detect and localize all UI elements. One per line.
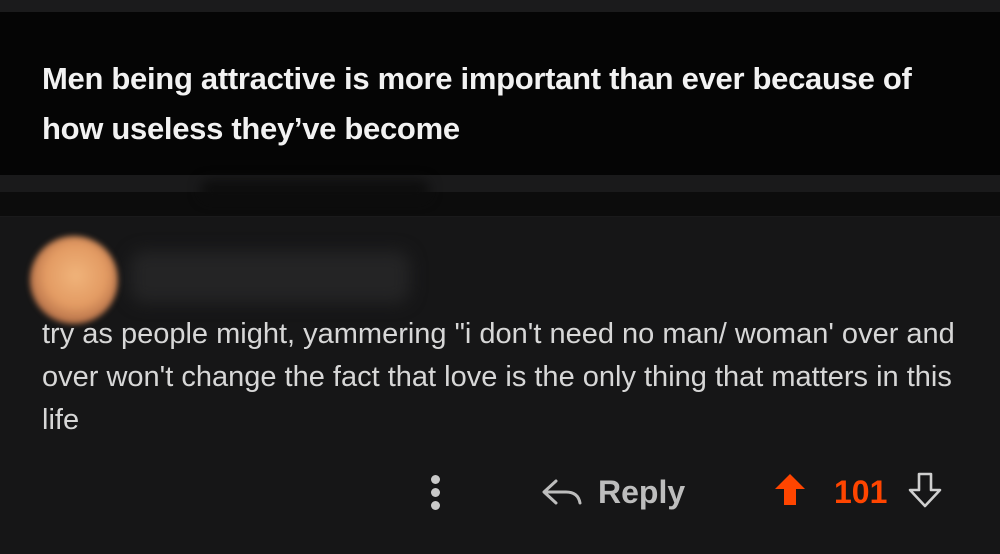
avatar[interactable] bbox=[30, 236, 118, 324]
comment: try as people might, yammering "i don't … bbox=[0, 217, 1000, 554]
downvote-button[interactable] bbox=[905, 472, 945, 512]
post-header: Men being attractive is more important t… bbox=[0, 12, 1000, 175]
reply-button[interactable]: Reply bbox=[540, 467, 685, 517]
post-title[interactable]: Men being attractive is more important t… bbox=[42, 54, 972, 154]
redacted-username bbox=[130, 251, 410, 303]
more-options-button[interactable] bbox=[425, 469, 447, 515]
redacted-strip bbox=[0, 192, 1000, 216]
upvote-arrow-icon bbox=[773, 472, 807, 513]
upvote-button[interactable] bbox=[772, 472, 808, 513]
downvote-arrow-icon bbox=[907, 471, 943, 514]
reddit-comment-screen: Men being attractive is more important t… bbox=[0, 0, 1000, 554]
top-edge bbox=[0, 0, 1000, 12]
reply-label: Reply bbox=[598, 473, 686, 510]
redacted-smudge bbox=[200, 180, 430, 200]
vote-count: 101 bbox=[834, 473, 888, 510]
vote-controls: 101 bbox=[772, 467, 945, 517]
comment-actions: Reply 101 bbox=[0, 467, 1000, 517]
comment-body: try as people might, yammering "i don't … bbox=[42, 318, 955, 436]
reply-arrow-icon bbox=[540, 477, 584, 507]
